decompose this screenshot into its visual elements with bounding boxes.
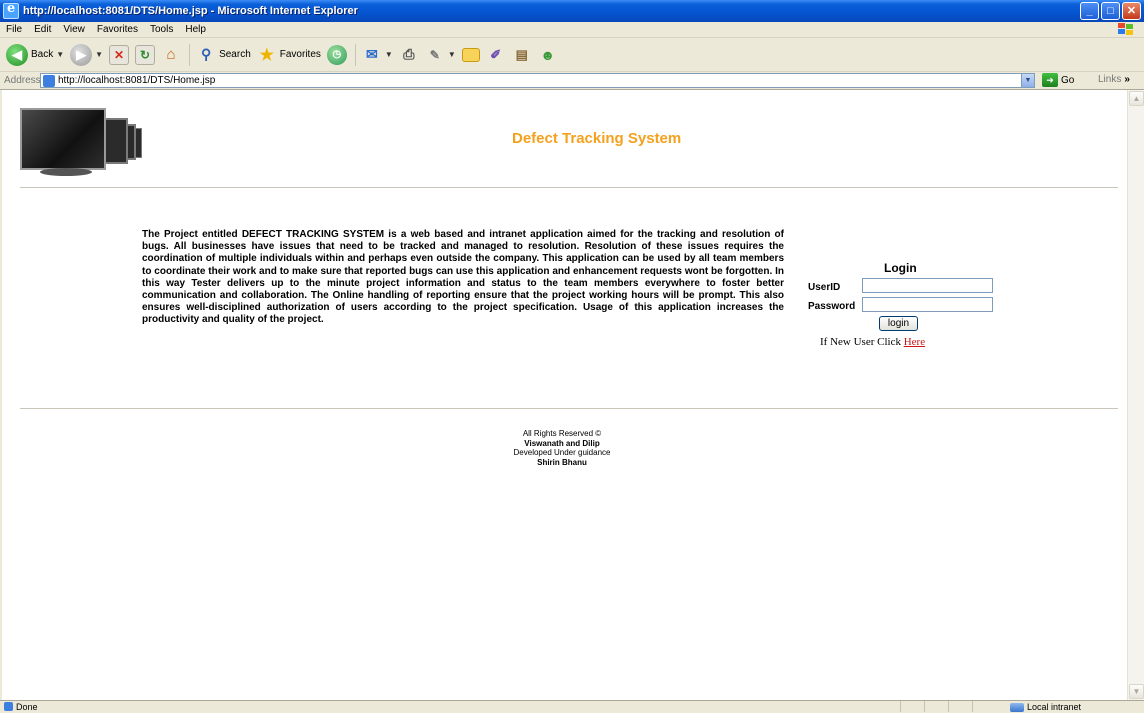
history-icon: ◷ [326,44,347,65]
status-text: Done [16,701,38,712]
go-arrow-icon: ➜ [1042,73,1058,87]
scroll-up-icon[interactable]: ▲ [1129,91,1144,106]
stop-icon: ✕ [109,44,130,65]
scroll-down-icon[interactable]: ▼ [1129,684,1144,699]
monitors-logo [20,104,180,184]
forward-arrow-icon: ▶ [70,43,93,66]
search-button[interactable]: ⚲ Search [196,45,251,65]
media-icon: ▤ [515,46,528,62]
home-button[interactable]: ⌂ [161,45,181,65]
register-link[interactable]: Here [904,336,925,348]
back-dropdown-icon[interactable]: ▼ [56,50,64,59]
page-title: Defect Tracking System [512,130,682,147]
close-button[interactable]: ✕ [1122,2,1141,20]
edit-button[interactable]: ✎ ▼ [425,45,456,65]
search-icon: ⚲ [200,46,212,62]
refresh-icon: ↻ [135,44,156,65]
menu-file[interactable]: File [0,24,28,35]
discuss-button[interactable] [461,47,480,62]
guidance-text: Developed Under guidance [513,448,611,457]
research-button[interactable]: ✐ [486,45,506,65]
menu-view[interactable]: View [57,24,91,35]
messenger-button[interactable]: ☻ [538,45,558,65]
address-bar: Address http://localhost:8081/DTS/Home.j… [0,72,1144,90]
page-icon [43,74,55,87]
login-button[interactable]: login [879,316,918,331]
guide-name: Shirin Bhanu [537,457,587,467]
password-label: Password [808,301,856,312]
password-input[interactable] [862,297,993,312]
print-icon: ⎙ [403,46,415,62]
stop-button[interactable]: ✕ [109,44,130,65]
back-arrow-icon: ◀ [6,43,28,66]
project-description: The Project entitled DEFECT TRACKING SYS… [142,229,784,326]
address-url: http://localhost:8081/DTS/Home.jsp [58,75,216,86]
maximize-button[interactable]: □ [1101,2,1120,20]
intranet-icon [1010,702,1024,712]
menu-favorites[interactable]: Favorites [91,24,144,35]
favorites-star-icon: ★ [259,46,274,64]
window-title: http://localhost:8081/DTS/Home.jsp - Mic… [23,5,358,17]
address-dropdown-icon[interactable]: ▼ [1021,74,1034,87]
zone-text: Local intranet [1027,702,1082,712]
favorites-button[interactable]: ★ Favorites [257,45,321,65]
userid-input[interactable] [862,278,993,293]
home-icon: ⌂ [166,46,176,63]
forward-button[interactable]: ▶ ▼ [70,43,103,66]
back-button[interactable]: ◀ Back ▼ [6,43,64,66]
status-bar: Done Local intranet [0,700,1144,712]
print-button[interactable]: ⎙ [399,45,419,65]
mail-button[interactable]: ✉ ▼ [362,45,393,65]
mail-icon: ✉ [366,46,378,62]
history-button[interactable]: ◷ [326,44,347,65]
standard-toolbar: ◀ Back ▼ ▶ ▼ ✕ ↻ ⌂ ⚲ Search ★ Favorites … [0,38,1144,72]
vertical-scrollbar[interactable]: ▲ ▼ [1127,90,1144,700]
title-bar[interactable]: http://localhost:8081/DTS/Home.jsp - Mic… [0,0,1144,22]
address-label: Address [4,75,41,86]
page-done-icon [4,702,13,711]
research-icon: ✐ [490,46,502,62]
folder-icon [461,47,480,62]
forward-dropdown-icon[interactable]: ▼ [95,50,103,59]
toolbar-separator [189,43,191,66]
links-label: Links [1098,74,1122,85]
login-heading: Login [884,261,917,275]
messenger-icon: ☻ [540,46,556,63]
back-label: Back [31,49,54,60]
menu-tools[interactable]: Tools [144,24,179,35]
browser-window: http://localhost:8081/DTS/Home.jsp - Mic… [0,0,1144,712]
page-content: Defect Tracking System The Project entit… [2,90,1127,700]
new-user-prompt: If New User Click Here [820,336,925,348]
edit-dropdown-icon[interactable]: ▼ [448,50,456,59]
security-zone: Local intranet [1010,701,1081,713]
edit-page-icon: ✎ [429,47,440,62]
mail-dropdown-icon[interactable]: ▼ [385,50,393,59]
address-input[interactable]: http://localhost:8081/DTS/Home.jsp ▼ [40,73,1035,88]
minimize-button[interactable]: _ [1080,2,1099,20]
toolbar-separator [354,43,356,66]
favorites-label: Favorites [279,49,321,60]
search-label: Search [219,49,251,60]
windows-flag-icon [1118,23,1136,37]
copyright-text: All Rights Reserved © [522,429,602,438]
footer-divider [20,408,1118,409]
menu-help[interactable]: Help [179,24,212,35]
new-user-text: If New User Click [820,336,904,348]
links-button[interactable]: Links» [1098,74,1130,85]
header-divider [20,187,1118,188]
status-panes [900,701,996,713]
authors-text: Viswanath and Dilip [524,438,600,448]
ie-icon [3,1,19,19]
go-label: Go [1061,74,1075,86]
go-button[interactable]: ➜ Go [1042,73,1074,87]
media-button[interactable]: ▤ [512,45,532,65]
menu-edit[interactable]: Edit [28,24,57,35]
menu-bar: File Edit View Favorites Tools Help [0,22,1144,38]
chevron-right-icon: » [1124,74,1130,85]
userid-label: UserID [808,282,841,293]
refresh-button[interactable]: ↻ [135,44,156,65]
window-controls: _ □ ✕ [1080,2,1141,20]
footer: All Rights Reserved © Viswanath and Dili… [442,429,682,467]
